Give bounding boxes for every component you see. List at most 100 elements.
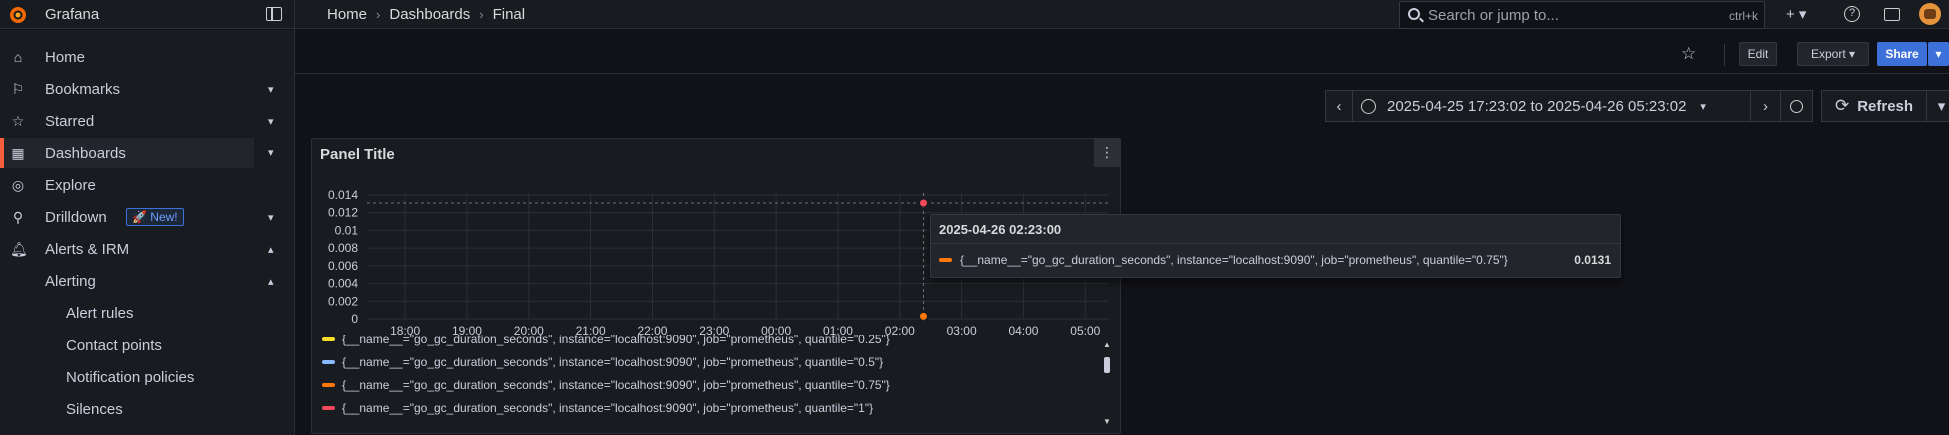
sidebar-item-home[interactable]: ⌂ Home [0,42,294,72]
new-badge: 🚀 New! [126,208,184,226]
time-range-picker[interactable]: 2025-04-25 17:23:02 to 2025-04-26 05:23:… [1353,90,1751,122]
home-icon: ⌂ [13,49,23,65]
zoom-out-button[interactable] [1781,90,1813,122]
sidebar-item-alerting[interactable]: Alerting ▴ [0,266,294,296]
share-dropdown-button[interactable]: ▾ [1928,42,1949,66]
drilldown-icon: ⚲ [12,208,24,225]
zoom-out-icon [1790,99,1803,113]
star-icon[interactable]: ☆ [1681,44,1696,64]
share-button[interactable]: Share [1877,42,1927,66]
sidebar-item-starred[interactable]: ☆ Starred ▾ [0,106,294,136]
breadcrumb-current: Final [492,6,526,23]
y-tick-label: 0 [351,312,358,326]
x-tick-label: 00:00 [761,324,791,335]
x-tick-label: 18:00 [390,324,420,335]
x-tick-label: 02:00 [885,324,915,335]
refresh-icon: ⟳ [1834,96,1850,115]
bell-icon: 🔔︎ [10,240,28,257]
grafana-logo-icon[interactable] [8,5,28,25]
scroll-down-icon[interactable]: ▼ [1103,417,1111,426]
search-input[interactable]: Search or jump to... ctrl+k [1399,1,1765,29]
sidebar-item-label: Silences [66,400,123,418]
sidebar-item-alert-rules[interactable]: Alert rules [0,298,294,328]
breadcrumb-dashboards[interactable]: Dashboards [389,6,470,23]
tooltip-divider [931,243,1620,244]
legend-item[interactable]: {__name__="go_gc_duration_seconds", inst… [322,335,890,350]
x-tick-label: 22:00 [637,324,667,335]
tooltip-row: {__name__="go_gc_duration_seconds", inst… [939,253,1611,267]
toolbar-divider [1724,44,1725,66]
sidebar-item-dashboards[interactable]: ▦ Dashboards [0,138,254,168]
legend-item[interactable]: {__name__="go_gc_duration_seconds", inst… [322,350,883,373]
legend-label: {__name__="go_gc_duration_seconds", inst… [342,400,874,415]
sidebar: ⌂ Home ⚐ Bookmarks ▾ ☆ Starred ▾ ▦ Dashb… [0,30,294,435]
chevron-down-icon[interactable]: ▾ [268,115,274,128]
export-label: Export [1810,47,1846,61]
refresh-interval-button[interactable]: ▾ [1927,90,1949,122]
x-tick-label: 03:00 [947,324,977,335]
time-back-button[interactable]: ‹ [1325,90,1353,122]
y-tick-label: 0.012 [328,206,358,220]
edit-button[interactable]: Edit [1739,42,1777,66]
sidebar-item-label: Bookmarks [45,80,121,98]
time-forward-button[interactable]: › [1751,90,1781,122]
sidebar-item-label: Explore [45,176,96,194]
legend-scroll-thumb[interactable] [1104,357,1110,373]
sidebar-item-drilldown[interactable]: ⚲ Drilldown 🚀 New! ▾ [0,202,294,232]
series-swatch [939,258,952,262]
chevron-up-icon[interactable]: ▴ [268,275,274,288]
scroll-up-icon[interactable]: ▲ [1103,340,1111,349]
y-tick-label: 0.01 [335,223,359,237]
chart-legend: {__name__="go_gc_duration_seconds", inst… [322,335,1107,431]
sidebar-item-label: Alert rules [66,304,134,322]
legend-label: {__name__="go_gc_duration_seconds", inst… [342,377,890,392]
breadcrumb: Home › Dashboards › Final [327,6,525,23]
sidebar-item-explore[interactable]: ◎ Explore [0,170,294,200]
sidebar-item-alerts-irm[interactable]: 🔔︎ Alerts & IRM ▴ [0,234,294,264]
y-tick-label: 0.004 [328,277,358,291]
panel-menu-icon[interactable]: ⋮ [1094,139,1120,167]
y-tick-label: 0.014 [328,188,358,202]
breadcrumb-home[interactable]: Home [327,6,367,23]
search-placeholder: Search or jump to... [1428,7,1559,24]
series-swatch [322,405,335,410]
y-tick-label: 0.006 [328,259,358,273]
series-swatch [322,336,335,341]
sidebar-item-silences[interactable]: Silences [0,394,294,424]
tooltip-value: 0.0131 [1574,253,1611,267]
plus-icon[interactable]: + ▾ [1786,5,1806,23]
x-tick-label: 20:00 [514,324,544,335]
help-icon[interactable]: ? [1844,6,1860,22]
chevron-down-icon[interactable]: ▾ [268,83,274,96]
chevron-right-icon: › [479,7,484,22]
export-button[interactable]: Export ▾ [1797,42,1869,66]
data-point [919,311,928,321]
chevron-down-icon[interactable]: ▾ [268,211,274,224]
sidebar-item-notification-policies[interactable]: Notification policies [0,362,294,392]
news-icon[interactable] [1884,8,1900,21]
legend-item[interactable]: {__name__="go_gc_duration_seconds", inst… [322,396,873,419]
dashboard-toolbar [295,30,1949,74]
time-range-label: 2025-04-25 17:23:02 to 2025-04-26 05:23:… [1387,97,1687,115]
panel-title: Panel Title [320,146,395,163]
series-swatch [322,359,335,364]
chevron-down-icon: ▾ [1700,100,1706,113]
refresh-button[interactable]: ⟳ Refresh [1821,90,1927,122]
chevron-down-icon[interactable]: ▾ [268,146,274,159]
legend-label: {__name__="go_gc_duration_seconds", inst… [342,335,890,346]
star-icon: ☆ [11,112,25,129]
chevron-up-icon[interactable]: ▴ [268,243,274,256]
sidebar-item-label: Dashboards [45,144,126,162]
x-tick-label: 23:00 [699,324,729,335]
sidebar-item-bookmarks[interactable]: ⚐ Bookmarks ▾ [0,74,294,104]
x-tick-label: 05:00 [1070,324,1100,335]
y-tick-label: 0.002 [328,294,358,308]
x-tick-label: 19:00 [452,324,482,335]
legend-item[interactable]: {__name__="go_gc_duration_seconds", inst… [322,373,890,396]
legend-scrollbar[interactable]: ▲ ▼ [1103,340,1111,426]
user-avatar[interactable] [1919,3,1941,25]
sidebar-item-contact-points[interactable]: Contact points [0,330,294,360]
tooltip-series-label: {__name__="go_gc_duration_seconds", inst… [960,253,1508,267]
dock-menu-icon[interactable] [266,7,282,21]
x-tick-label: 04:00 [1008,324,1038,335]
